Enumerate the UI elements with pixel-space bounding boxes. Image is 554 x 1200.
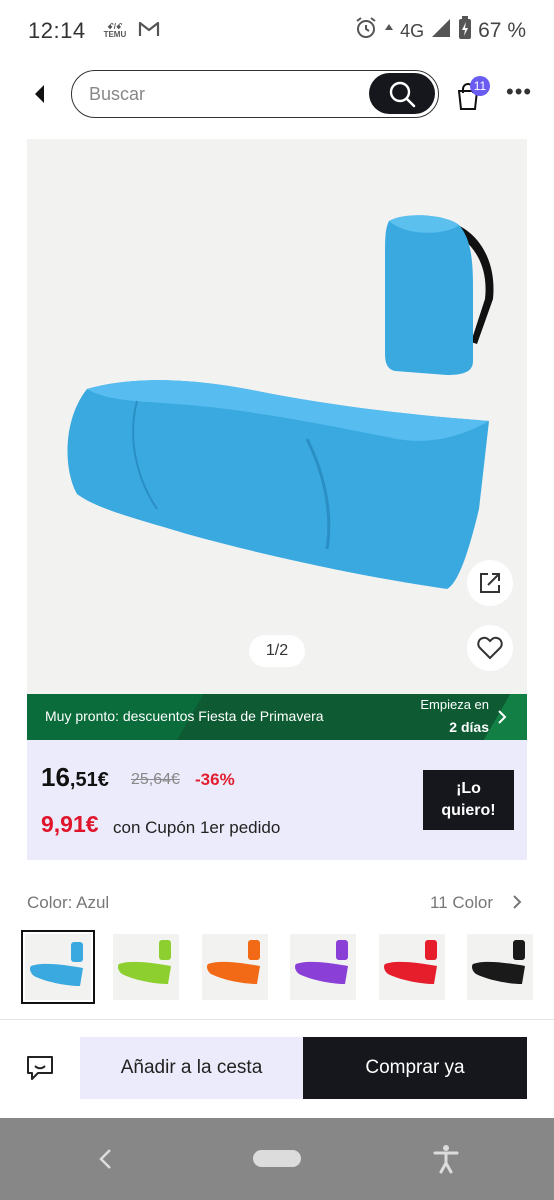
chat-icon — [27, 1056, 53, 1080]
search-icon — [389, 81, 416, 107]
data-arrow-icon — [384, 20, 394, 43]
swatch-image — [295, 940, 348, 984]
heart-icon — [477, 636, 503, 660]
favorite-button[interactable] — [467, 625, 513, 671]
more-button[interactable]: ••• — [506, 79, 532, 105]
swatch-naranja[interactable] — [202, 934, 268, 1000]
search-placeholder: Buscar — [89, 84, 146, 104]
swatch-image — [384, 940, 437, 984]
coupon-text: con Cupón 1er pedido — [113, 818, 281, 837]
temu-icon-label: TEMU — [103, 30, 127, 39]
system-nav-bar — [0, 1118, 554, 1200]
price-integer: 16 — [41, 762, 70, 792]
status-right-group: 4G 67 % — [354, 16, 526, 46]
nav-home-pill[interactable] — [253, 1150, 301, 1167]
color-count-link[interactable]: 11 Color — [430, 893, 493, 913]
accessibility-icon[interactable] — [432, 1144, 460, 1179]
color-swatches — [0, 930, 554, 1004]
discount-badge: -36% — [195, 770, 235, 789]
swatch-negro[interactable] — [467, 934, 533, 1000]
header: Buscar 11 ••• — [0, 66, 554, 122]
swatch-azul[interactable] — [21, 930, 95, 1004]
promo-days: 2 días — [449, 719, 489, 735]
swatch-image — [472, 940, 525, 984]
price-box: 16,51€ 25,64€ -36% 9,91€ con Cupón 1er p… — [27, 740, 527, 860]
alarm-icon — [354, 16, 378, 46]
current-price: 16,51€ — [41, 762, 109, 793]
buy-now-label: Comprar ya — [365, 1057, 465, 1078]
image-counter: 1/2 — [249, 635, 305, 667]
coupon-price: 9,91€ — [41, 811, 99, 837]
buy-now-button[interactable]: Comprar ya — [303, 1037, 527, 1099]
add-to-cart-label: Añadir a la cesta — [120, 1057, 263, 1078]
original-price: 25,64€ — [131, 771, 180, 788]
swatch-verde[interactable] — [113, 934, 179, 1000]
swatch-image — [118, 940, 171, 984]
cart-badge: 11 — [470, 76, 490, 96]
swatch-morado[interactable] — [290, 934, 356, 1000]
search-input[interactable]: Buscar — [71, 70, 439, 118]
swatch-image — [30, 942, 83, 986]
want-it-label: ¡Lo quiero! — [441, 780, 496, 819]
network-type: 4G — [400, 20, 425, 41]
battery-percent: 67 % — [478, 19, 526, 42]
color-label: Color: Azul — [27, 893, 110, 912]
promo-starts-label: Empieza en — [420, 697, 489, 712]
temu-notification-icon: ꗃ/ꗃ TEMU — [104, 23, 127, 39]
battery-icon — [458, 16, 472, 46]
share-button[interactable] — [467, 560, 513, 606]
back-icon — [35, 85, 44, 103]
promo-text: Muy pronto: descuentos Fiesta de Primave… — [45, 708, 324, 724]
share-icon — [480, 573, 500, 593]
chevron-right-icon — [497, 710, 507, 729]
want-it-button[interactable]: ¡Lo quiero! — [423, 770, 514, 830]
swatch-image — [207, 940, 260, 984]
swatch-rojo[interactable] — [379, 934, 445, 1000]
price-decimal: ,51€ — [69, 769, 109, 791]
status-time: 12:14 — [28, 18, 86, 43]
divider — [0, 1019, 554, 1020]
gmail-icon — [138, 20, 160, 43]
promo-banner[interactable]: Muy pronto: descuentos Fiesta de Primave… — [27, 694, 527, 740]
search-button[interactable] — [369, 73, 435, 114]
product-image — [67, 215, 494, 589]
product-gallery[interactable]: 1/2 — [27, 139, 527, 694]
chevron-right-icon[interactable] — [512, 895, 522, 914]
status-bar: 12:14 ꗃ/ꗃ TEMU 4G 67 % — [0, 0, 554, 62]
chat-button[interactable] — [26, 1054, 54, 1082]
add-to-cart-button[interactable]: Añadir a la cesta — [80, 1037, 303, 1099]
back-button[interactable] — [30, 82, 50, 106]
nav-back-icon[interactable] — [98, 1148, 114, 1175]
signal-icon — [430, 17, 452, 45]
more-icon: ••• — [506, 79, 533, 104]
